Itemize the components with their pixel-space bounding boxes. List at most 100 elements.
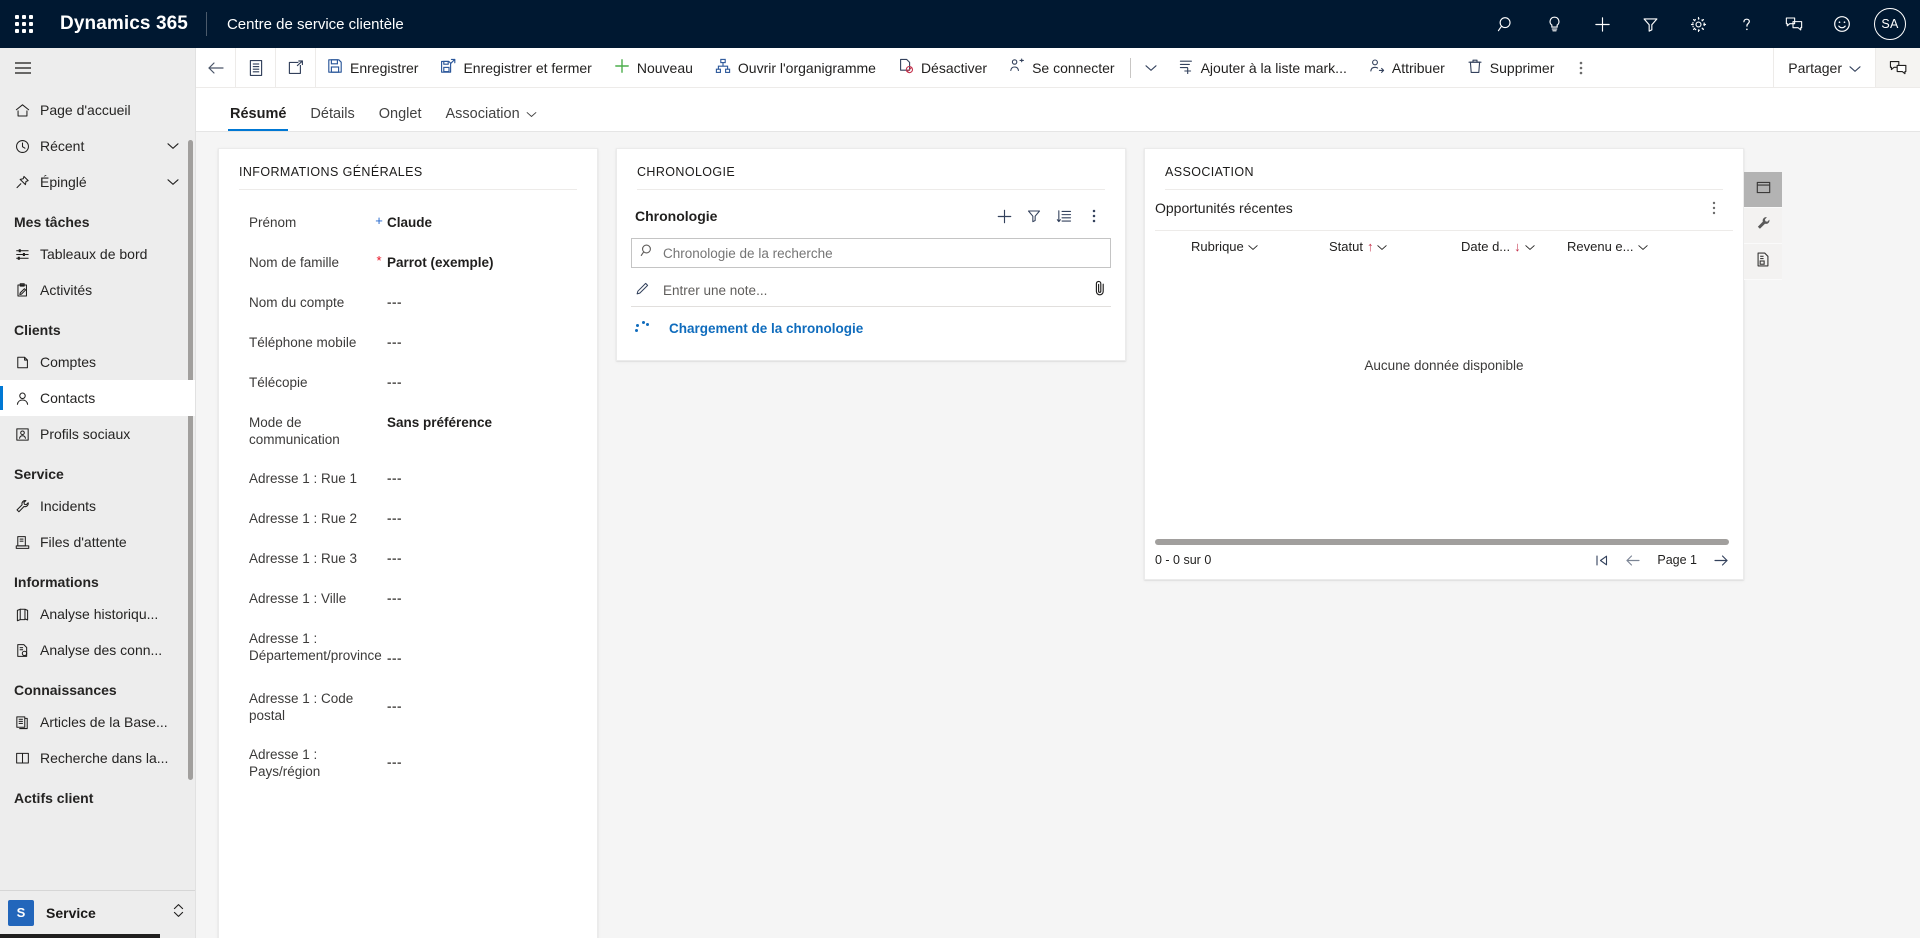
field-address1-country[interactable]: Adresse 1 : Pays/région ---	[219, 734, 597, 790]
col-revenue[interactable]: Revenu e...	[1567, 239, 1648, 254]
rail-tools-button[interactable]	[1744, 208, 1782, 244]
delete-button[interactable]: Supprimer	[1456, 48, 1566, 87]
field-value[interactable]: ---	[387, 332, 577, 352]
sidebar-item-cases[interactable]: Incidents	[0, 488, 195, 524]
sidebar-item-accounts[interactable]: Comptes	[0, 344, 195, 380]
field-value[interactable]: ---	[387, 292, 577, 312]
sidebar-item-knowledge-analytics[interactable]: Analyse des conn...	[0, 632, 195, 668]
new-button[interactable]: Nouveau	[603, 48, 704, 87]
sidebar-toggle-button[interactable]	[0, 48, 195, 88]
pager-prev-button[interactable]	[1625, 554, 1641, 567]
form-selector-button[interactable]	[236, 48, 276, 87]
timeline-loading-text[interactable]: Chargement de la chronologie	[669, 321, 863, 336]
sidebar-item-kb-articles[interactable]: Articles de la Base...	[0, 704, 195, 740]
sidebar-item-activities[interactable]: Activités	[0, 272, 195, 308]
field-value[interactable]: ---	[387, 372, 577, 392]
field-firstname[interactable]: Prénom + Claude	[219, 202, 597, 242]
open-org-chart-button[interactable]: Ouvrir l'organigramme	[704, 48, 887, 87]
timeline-search-input[interactable]	[663, 246, 1102, 261]
app-launcher-button[interactable]	[0, 0, 48, 48]
tab-association[interactable]: Association	[433, 106, 548, 131]
gear-icon[interactable]	[1674, 0, 1722, 48]
connect-dropdown-button[interactable]	[1135, 48, 1167, 87]
brand-title[interactable]: Dynamics 365	[48, 13, 206, 35]
field-value[interactable]: ---	[387, 468, 577, 488]
sidebar-item-social-profiles[interactable]: Profils sociaux	[0, 416, 195, 452]
timeline-more-button[interactable]	[1079, 202, 1109, 230]
field-value[interactable]: Parrot (exemple)	[387, 252, 577, 272]
sidebar-item-recent[interactable]: Récent	[0, 128, 195, 164]
tab-onglet[interactable]: Onglet	[367, 106, 434, 131]
save-button[interactable]: Enregistrer	[316, 48, 429, 87]
sidebar-item-home[interactable]: Page d'accueil	[0, 92, 195, 128]
add-to-marketing-list-button[interactable]: Ajouter à la liste mark...	[1167, 48, 1358, 87]
field-value[interactable]: ---	[387, 548, 577, 568]
chat-panel-button[interactable]	[1876, 48, 1920, 87]
popout-button[interactable]	[276, 48, 316, 87]
tab-resume[interactable]: Résumé	[218, 106, 298, 131]
rail-documents-button[interactable]	[1744, 244, 1782, 280]
field-address1-street3[interactable]: Adresse 1 : Rue 3 ---	[219, 538, 597, 578]
deactivate-button[interactable]: Désactiver	[887, 48, 998, 87]
feedback-icon[interactable]	[1770, 0, 1818, 48]
column-label: Revenu e...	[1567, 239, 1634, 254]
timeline-note-row[interactable]: Entrer une note...	[631, 275, 1111, 307]
field-value[interactable]: ---	[387, 508, 577, 528]
tab-details[interactable]: Détails	[298, 106, 366, 131]
field-lastname[interactable]: Nom de famille * Parrot (exemple)	[219, 242, 597, 282]
timeline-note-placeholder[interactable]: Entrer une note...	[663, 283, 1081, 298]
timeline-sort-button[interactable]	[1049, 202, 1079, 230]
col-topic[interactable]: Rubrique	[1191, 239, 1329, 254]
timeline-create-button[interactable]	[989, 202, 1019, 230]
chevron-down-icon[interactable]	[167, 142, 195, 150]
sidebar-item-pinned[interactable]: Épinglé	[0, 164, 195, 200]
sidebar-item-contacts[interactable]: Contacts	[0, 380, 195, 416]
rail-related-button[interactable]	[1744, 172, 1782, 208]
connect-icon	[1009, 58, 1025, 77]
field-value[interactable]: Sans préférence	[387, 412, 577, 432]
save-and-close-button[interactable]: Enregistrer et fermer	[429, 48, 602, 87]
timeline-search[interactable]	[631, 238, 1111, 268]
field-address1-street2[interactable]: Adresse 1 : Rue 2 ---	[219, 498, 597, 538]
sidebar-item-queues[interactable]: Files d'attente	[0, 524, 195, 560]
field-address1-street1[interactable]: Adresse 1 : Rue 1 ---	[219, 458, 597, 498]
smiley-icon[interactable]	[1818, 0, 1866, 48]
field-value[interactable]: ---	[387, 588, 577, 608]
pager-first-button[interactable]	[1595, 554, 1609, 567]
field-address1-state[interactable]: Adresse 1 : Département/province ---	[219, 618, 597, 678]
plus-icon[interactable]	[1578, 0, 1626, 48]
field-value[interactable]: ---	[387, 744, 577, 772]
lightbulb-icon[interactable]	[1530, 0, 1578, 48]
timeline-filter-button[interactable]	[1019, 202, 1049, 230]
association-more-button[interactable]	[1699, 194, 1729, 222]
field-mobile-phone[interactable]: Téléphone mobile ---	[219, 322, 597, 362]
back-button[interactable]	[196, 48, 236, 87]
field-value[interactable]: ---	[387, 628, 577, 668]
assign-button[interactable]: Attribuer	[1358, 48, 1456, 87]
sidebar-item-historical-analytics[interactable]: Analyse historiqu...	[0, 596, 195, 632]
area-switcher[interactable]: S Service	[0, 890, 195, 934]
field-address1-zip[interactable]: Adresse 1 : Code postal ---	[219, 678, 597, 734]
pager-next-button[interactable]	[1713, 554, 1729, 567]
sidebar-item-kb-search[interactable]: Recherche dans la...	[0, 740, 195, 776]
app-name[interactable]: Centre de service clientèle	[207, 16, 404, 33]
field-value[interactable]: Claude	[387, 212, 577, 232]
command-overflow-button[interactable]	[1565, 48, 1597, 87]
connect-button[interactable]: Se connecter	[998, 48, 1126, 87]
search-icon[interactable]	[1482, 0, 1530, 48]
field-preferred-method[interactable]: Mode de communication Sans préférence	[219, 402, 597, 458]
col-status[interactable]: Statut ↑	[1329, 239, 1461, 254]
filter-icon[interactable]	[1626, 0, 1674, 48]
field-account-name[interactable]: Nom du compte ---	[219, 282, 597, 322]
col-date[interactable]: Date d... ↓	[1461, 239, 1567, 254]
attach-icon[interactable]	[1093, 279, 1107, 302]
share-button[interactable]: Partager	[1774, 48, 1875, 87]
field-fax[interactable]: Télécopie ---	[219, 362, 597, 402]
avatar[interactable]: SA	[1874, 8, 1906, 40]
help-icon[interactable]	[1722, 0, 1770, 48]
field-value[interactable]: ---	[387, 688, 577, 716]
chevron-updown-icon[interactable]	[172, 902, 185, 924]
chevron-down-icon[interactable]	[167, 178, 195, 186]
field-address1-city[interactable]: Adresse 1 : Ville ---	[219, 578, 597, 618]
sidebar-item-dashboards[interactable]: Tableaux de bord	[0, 236, 195, 272]
